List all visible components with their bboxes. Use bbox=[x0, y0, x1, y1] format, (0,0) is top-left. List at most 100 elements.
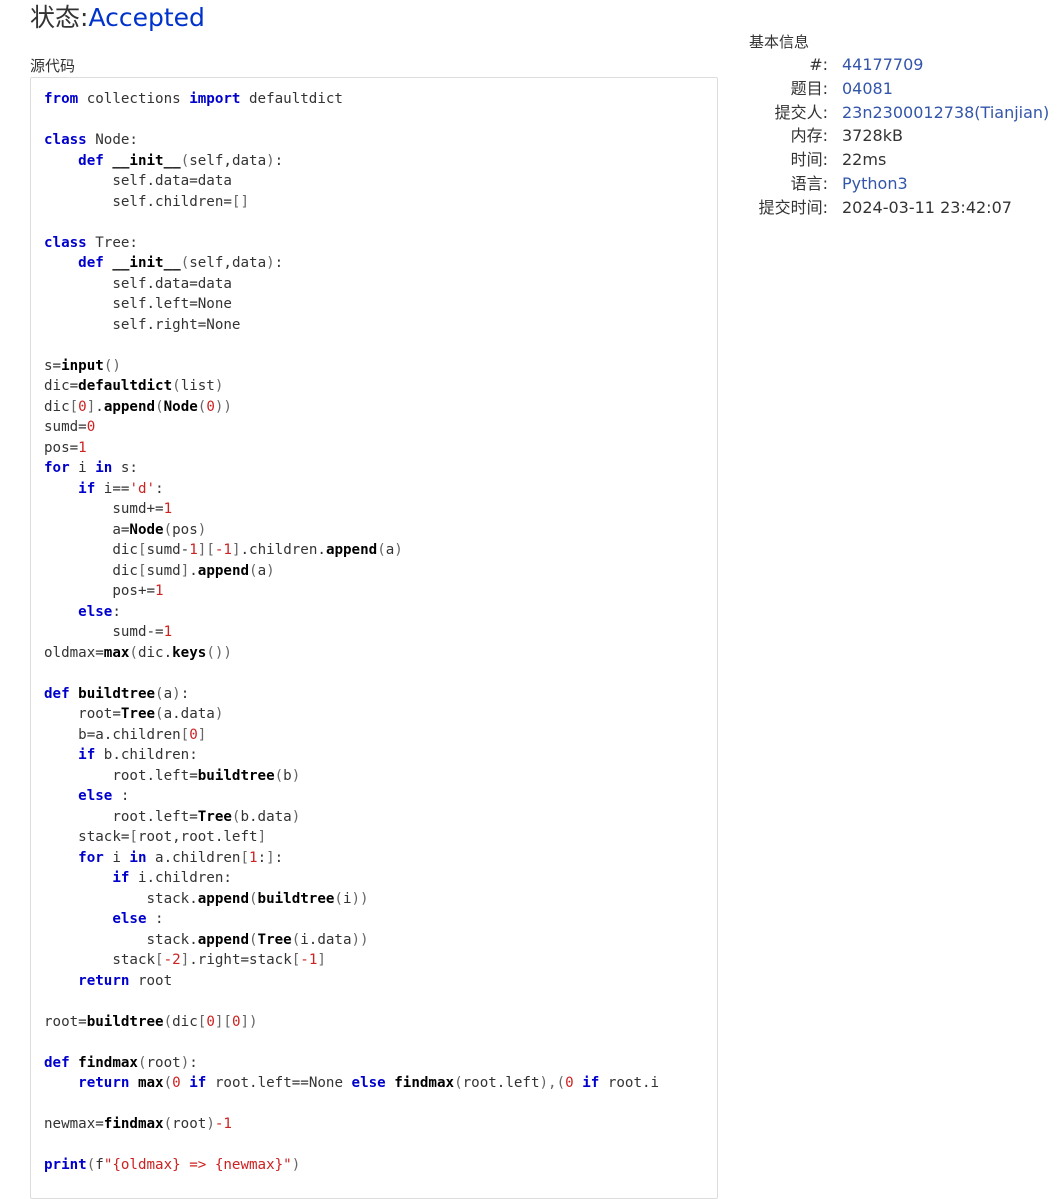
code-token: buildtree bbox=[257, 890, 335, 907]
code-token: a bbox=[385, 542, 395, 558]
submission-id-link[interactable]: 44177709 bbox=[842, 53, 923, 77]
code-line: return max(0 if root.left==None else fin… bbox=[44, 1075, 659, 1091]
code-line: root=buildtree(dic[0][0]) bbox=[44, 1014, 258, 1030]
code-line: pos+=1 bbox=[44, 583, 164, 599]
code-line: self.left=None bbox=[44, 296, 232, 312]
code-token: Tree bbox=[257, 931, 292, 948]
code-token: 0 bbox=[206, 1013, 215, 1030]
code-line: def __init__(self,data): bbox=[44, 153, 283, 169]
info-row-submit-time: 提交时间: 2024-03-11 23:42:07 bbox=[740, 196, 1060, 220]
code-token: [ bbox=[137, 562, 147, 579]
code-token: else bbox=[78, 603, 113, 620]
code-token: class bbox=[44, 132, 87, 148]
code-token: 1 bbox=[155, 583, 164, 599]
code-token: stack= bbox=[44, 829, 130, 845]
code-token: ) bbox=[291, 767, 301, 784]
code-token: [ bbox=[240, 849, 250, 866]
code-token: ) bbox=[291, 808, 301, 825]
code-token: a bbox=[163, 685, 173, 702]
code-token: ) bbox=[197, 521, 207, 538]
code-token: root,root.left bbox=[137, 829, 258, 845]
code-line: else : bbox=[44, 911, 163, 927]
code-token: ) bbox=[180, 1054, 190, 1071]
code-token: Tree bbox=[197, 808, 232, 825]
code-token: [ bbox=[129, 829, 138, 845]
code-token: i.data bbox=[300, 931, 352, 948]
code-token: root bbox=[129, 972, 173, 989]
code-token: in bbox=[95, 460, 113, 476]
code-line: class Node: bbox=[44, 132, 138, 148]
code-token: return bbox=[78, 972, 130, 989]
code-token: sumd- bbox=[146, 542, 190, 558]
code-token: ) bbox=[172, 685, 181, 702]
code-token: ( bbox=[377, 542, 386, 558]
code-token: sumd+= bbox=[44, 501, 164, 517]
code-token: -1 bbox=[214, 1116, 232, 1132]
code-line: stack=[root,root.left] bbox=[44, 829, 266, 845]
code-token: . bbox=[95, 398, 104, 415]
code-token: root.left bbox=[462, 1075, 540, 1091]
code-token: Tree: bbox=[86, 234, 138, 251]
info-row-memory: 内存: 3728kB bbox=[740, 124, 1060, 148]
code-token: for bbox=[44, 460, 70, 476]
code-line: from collections import defaultdict bbox=[44, 91, 343, 107]
code-token: sumd bbox=[146, 562, 181, 579]
code-token: "{oldmax} => {newmax}" bbox=[103, 1157, 292, 1173]
source-code-panel[interactable]: from collections import defaultdict clas… bbox=[30, 77, 718, 1199]
code-token: append bbox=[103, 398, 156, 415]
code-token: )) bbox=[214, 398, 232, 415]
code-token: -1 bbox=[214, 542, 232, 558]
code-token: ( bbox=[137, 1054, 147, 1071]
code-token: sumd-= bbox=[44, 624, 164, 640]
code-token: 0 bbox=[206, 398, 215, 415]
code-token: Node bbox=[129, 521, 164, 538]
code-token: ( bbox=[249, 562, 258, 579]
code-token: root.left= bbox=[44, 767, 198, 784]
status-value: Accepted bbox=[88, 3, 205, 32]
code-line: for i in s: bbox=[44, 460, 138, 476]
code-line: oldmax=max(dic.keys()) bbox=[44, 645, 232, 661]
code-token: [ bbox=[69, 398, 79, 415]
code-token: collections bbox=[78, 91, 190, 107]
info-row-id: #: 44177709 bbox=[740, 53, 1060, 77]
code-token: ( bbox=[454, 1075, 463, 1091]
code-token: self.data=data bbox=[44, 173, 232, 189]
info-label: #: bbox=[809, 55, 828, 74]
code-token: def bbox=[44, 1054, 70, 1071]
code-token: 0 bbox=[86, 419, 96, 435]
code-token: ) bbox=[394, 542, 403, 558]
code-token: b bbox=[283, 767, 292, 784]
code-token: pos= bbox=[44, 439, 79, 456]
code-token: __init__ bbox=[112, 152, 181, 169]
language-link[interactable]: Python3 bbox=[842, 172, 908, 196]
code-token: b.children: bbox=[95, 747, 198, 763]
code-token: s: bbox=[112, 460, 138, 476]
status-heading: 状态:Accepted bbox=[30, 2, 205, 34]
code-token: self.left=None bbox=[44, 296, 232, 312]
code-token: a.data bbox=[163, 706, 215, 722]
code-token: append bbox=[197, 890, 249, 907]
code-line: self.data=data bbox=[44, 173, 232, 189]
code-token: buildtree bbox=[78, 685, 156, 702]
code-token: buildtree bbox=[86, 1013, 164, 1030]
info-label: 提交时间: bbox=[758, 198, 828, 217]
code-token: pos+= bbox=[44, 583, 156, 599]
code-token: i bbox=[69, 460, 96, 476]
code-token: ]) bbox=[240, 1013, 258, 1030]
code-token: append bbox=[197, 562, 250, 579]
code-token: : bbox=[112, 788, 130, 804]
code-token: else bbox=[351, 1075, 386, 1091]
code-line: self.children=[] bbox=[44, 194, 249, 210]
submitter-link[interactable]: 23n2300012738(Tianjian) bbox=[842, 101, 1049, 125]
source-code[interactable]: from collections import defaultdict clas… bbox=[31, 78, 717, 1176]
code-token: ( bbox=[129, 644, 138, 661]
problem-link[interactable]: 04081 bbox=[842, 77, 893, 101]
code-token: root= bbox=[44, 1013, 87, 1030]
